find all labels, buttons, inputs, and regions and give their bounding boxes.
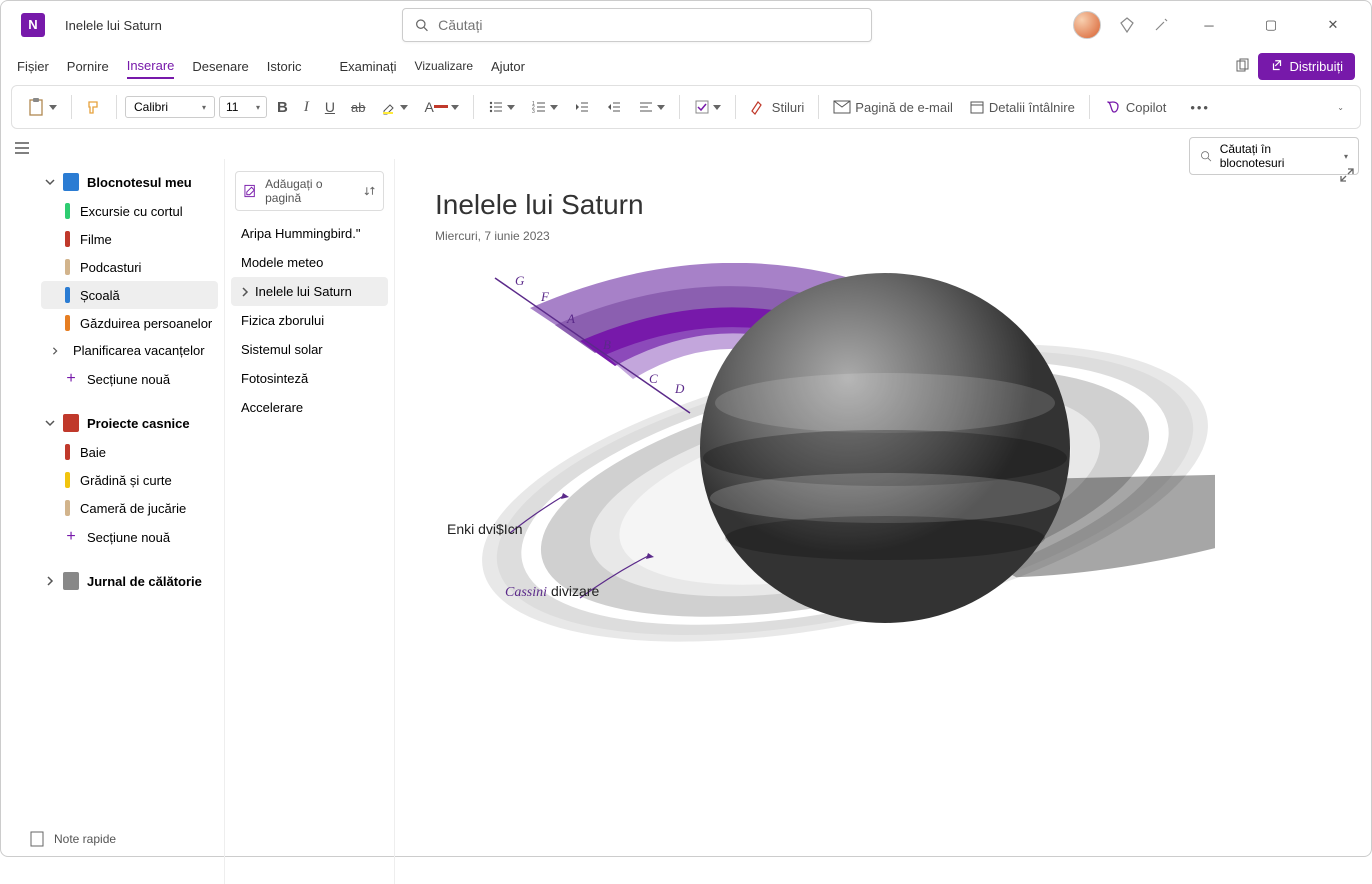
notebook-nav: Blocnotesul meu Excursie cu cortul Filme…	[35, 159, 225, 884]
font-color-button[interactable]: A	[418, 92, 464, 122]
menubar: Fișier Pornire Inserare Desenare Istoric…	[1, 49, 1371, 83]
menu-help[interactable]: Ajutor	[491, 55, 525, 78]
menu-history[interactable]: Istoric	[267, 55, 302, 78]
chevron-right-icon	[241, 287, 249, 297]
ring-label-c: C	[649, 371, 658, 387]
saturn-figure: G F A B C D Enki dvi$Icn Cassinidivizare	[455, 263, 1215, 763]
page-item[interactable]: Accelerare	[225, 393, 394, 422]
ribbon: Calibri▾ 11▾ B I U ab A 123 Stiluri Pagi…	[11, 85, 1361, 129]
minimize-button[interactable]: ─	[1187, 10, 1231, 40]
section-podcasturi[interactable]: Podcasturi	[35, 253, 224, 281]
more-button[interactable]: •••	[1184, 92, 1216, 122]
underline-button[interactable]: U	[319, 92, 341, 122]
ring-label-d: D	[675, 381, 684, 397]
maximize-button[interactable]: ▢	[1249, 10, 1293, 40]
quick-notes-button[interactable]: Note rapide	[30, 831, 116, 847]
notebook-header-2[interactable]: Jurnal de călătorie	[35, 566, 224, 596]
indent-button[interactable]	[600, 92, 628, 122]
notebook-icon	[63, 173, 79, 191]
numbering-button[interactable]: 123	[525, 92, 564, 122]
notebook-header-0[interactable]: Blocnotesul meu	[35, 167, 224, 197]
menu-home[interactable]: Pornire	[67, 55, 109, 78]
search-input[interactable]	[438, 17, 859, 33]
notebook-icon	[63, 414, 79, 432]
expand-icon[interactable]	[1339, 167, 1355, 183]
app-icon: N	[21, 13, 45, 37]
page-date: Miercuri, 7 iunie 2023	[435, 229, 1331, 243]
menu-review[interactable]: Examinați	[339, 55, 396, 78]
page-item[interactable]: Modele meteo	[225, 248, 394, 277]
page-item[interactable]: Fizica zborului	[225, 306, 394, 335]
align-button[interactable]	[632, 92, 671, 122]
sort-icon[interactable]	[364, 185, 375, 197]
share-button[interactable]: Distribuiți	[1258, 53, 1355, 80]
wand-icon[interactable]	[1153, 17, 1169, 33]
todo-button[interactable]	[688, 92, 727, 122]
strikethrough-button[interactable]: ab	[345, 92, 371, 122]
new-section-0[interactable]: +Secțiune nouă	[35, 364, 224, 394]
titlebar: N Inelele lui Saturn ─ ▢ ✕	[1, 1, 1371, 49]
menu-file[interactable]: Fișier	[17, 55, 49, 78]
paste-button[interactable]	[22, 92, 63, 122]
email-page-button[interactable]: Pagină de e-mail	[827, 92, 959, 122]
ring-label-b: B	[603, 337, 611, 353]
menu-view[interactable]: Vizualizare	[415, 55, 473, 77]
section-gazduirea[interactable]: Găzduirea persoanelor	[35, 309, 224, 337]
section-excursie[interactable]: Excursie cu cortul	[35, 197, 224, 225]
section-baie[interactable]: Baie	[35, 438, 224, 466]
styles-button[interactable]: Stiluri	[744, 92, 811, 122]
page-canvas[interactable]: Inelele lui Saturn Miercuri, 7 iunie 202…	[395, 159, 1371, 884]
share-icon	[1270, 59, 1284, 73]
italic-button[interactable]: I	[298, 92, 315, 122]
section-gradina[interactable]: Grădină și curte	[35, 466, 224, 494]
ribbon-chevron[interactable]: ⌄	[1331, 92, 1350, 122]
plus-icon: +	[65, 370, 77, 388]
page-item[interactable]: Sistemul solar	[225, 335, 394, 364]
annotation-enki: Enki dvi$Icn	[447, 521, 522, 537]
plus-icon: +	[65, 528, 77, 546]
section-scoala[interactable]: Școală	[41, 281, 218, 309]
edit-icon	[244, 184, 257, 198]
notebook-header-1[interactable]: Proiecte casnice	[35, 408, 224, 438]
search-box[interactable]	[402, 8, 872, 42]
avatar[interactable]	[1073, 11, 1101, 39]
window-title: Inelele lui Saturn	[65, 18, 162, 33]
diamond-icon[interactable]	[1119, 17, 1135, 33]
ring-label-g: G	[515, 273, 524, 289]
font-size-select[interactable]: 11▾	[219, 96, 267, 118]
svg-text:3: 3	[532, 109, 535, 115]
section-planificarea[interactable]: Planificarea vacanțelor	[35, 337, 224, 364]
pages-list: Adăugați o pagină Aripa Hummingbird." Mo…	[225, 159, 395, 884]
copilot-button[interactable]: Copilot	[1098, 92, 1172, 122]
bold-button[interactable]: B	[271, 92, 294, 122]
close-button[interactable]: ✕	[1311, 10, 1355, 40]
section-camera[interactable]: Cameră de jucărie	[35, 494, 224, 522]
outdent-button[interactable]	[568, 92, 596, 122]
annotation-cassini: Cassinidivizare	[505, 583, 599, 601]
page-item-selected[interactable]: Inelele lui Saturn	[231, 277, 388, 306]
highlight-button[interactable]	[375, 92, 414, 122]
menu-insert[interactable]: Inserare	[127, 54, 175, 79]
section-filme[interactable]: Filme	[35, 225, 224, 253]
ring-label-f: F	[541, 289, 549, 305]
hamburger-button[interactable]	[1, 135, 21, 159]
font-name-select[interactable]: Calibri▾	[125, 96, 215, 118]
ring-label-a: A	[567, 311, 575, 327]
copy-icon[interactable]	[1234, 58, 1250, 74]
format-painter-button[interactable]	[80, 92, 108, 122]
notebook-icon	[63, 572, 79, 590]
bullets-button[interactable]	[482, 92, 521, 122]
search-icon	[415, 18, 428, 32]
page-item[interactable]: Fotosinteză	[225, 364, 394, 393]
page-item[interactable]: Aripa Hummingbird."	[225, 219, 394, 248]
menu-draw[interactable]: Desenare	[192, 55, 248, 78]
meeting-details-button[interactable]: Detalii întâlnire	[963, 92, 1081, 122]
add-page-button[interactable]: Adăugați o pagină	[235, 171, 384, 211]
note-icon	[30, 831, 44, 847]
new-section-1[interactable]: +Secțiune nouă	[35, 522, 224, 552]
page-title[interactable]: Inelele lui Saturn	[435, 189, 1331, 221]
